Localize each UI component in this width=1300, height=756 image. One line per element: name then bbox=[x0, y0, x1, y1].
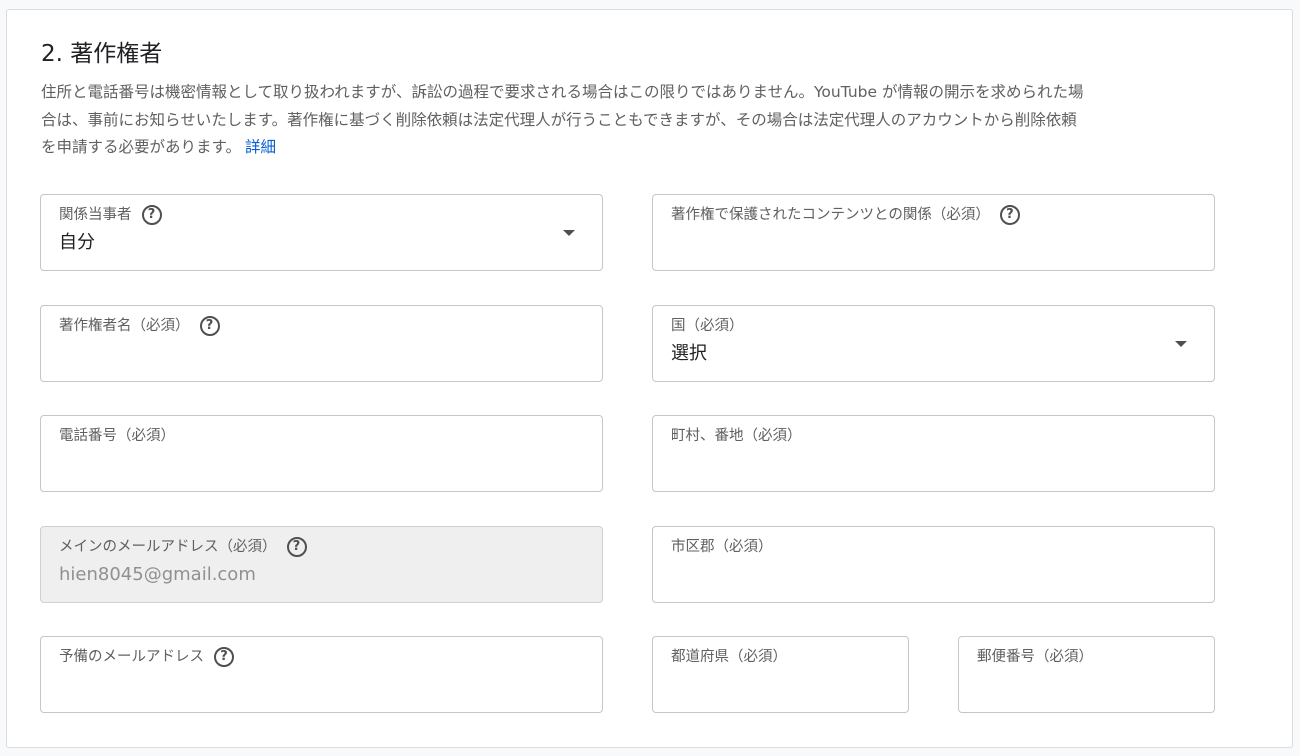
country-value: 選択 bbox=[671, 343, 707, 364]
party-select[interactable]: 関係当事者 ? 自分 bbox=[40, 194, 603, 271]
section-description: 住所と電話番号は機密情報として取り扱われますが、訴訟の過程で要求される場合はこの… bbox=[41, 79, 1256, 162]
country-label-text: 国（必須） bbox=[671, 318, 744, 334]
owner-name-input[interactable]: 著作権者名（必須） ? bbox=[40, 305, 603, 382]
secondary-email-input[interactable]: 予備のメールアドレス ? bbox=[40, 636, 603, 713]
description-line-1: 住所と電話番号は機密情報として取り扱われますが、訴訟の過程で要求される場合はこの… bbox=[41, 83, 1084, 101]
phone-label-text: 電話番号（必須） bbox=[59, 428, 175, 444]
owner-name-label: 著作権者名（必須） ? bbox=[59, 315, 220, 337]
primary-email-label-text: メインのメールアドレス（必須） bbox=[59, 539, 277, 555]
prefecture-label: 都道府県（必須） bbox=[671, 646, 787, 668]
postal-code-input[interactable]: 郵便番号（必須） bbox=[958, 636, 1215, 713]
city-label: 市区郡（必須） bbox=[671, 536, 773, 558]
city-label-text: 市区郡（必須） bbox=[671, 539, 773, 555]
relationship-label-text: 著作権で保護されたコンテンツとの関係（必須） bbox=[671, 207, 990, 223]
phone-label: 電話番号（必須） bbox=[59, 425, 175, 447]
party-value: 自分 bbox=[59, 232, 95, 253]
help-icon[interactable]: ? bbox=[286, 537, 307, 557]
secondary-email-label: 予備のメールアドレス ? bbox=[59, 646, 234, 668]
description-line-3: を申請する必要があります。 詳細 bbox=[41, 134, 1256, 162]
street-label-text: 町村、番地（必須） bbox=[671, 428, 802, 444]
street-input[interactable]: 町村、番地（必須） bbox=[652, 415, 1215, 492]
section-title: 2. 著作権者 bbox=[41, 41, 163, 67]
owner-name-label-text: 著作権者名（必須） bbox=[59, 318, 190, 334]
dropdown-arrow-icon bbox=[1175, 341, 1187, 347]
relationship-input[interactable]: 著作権で保護されたコンテンツとの関係（必須） ? bbox=[652, 194, 1215, 271]
postal-code-label: 郵便番号（必須） bbox=[977, 646, 1093, 668]
help-icon[interactable]: ? bbox=[214, 647, 234, 667]
party-label: 関係当事者 ? bbox=[59, 204, 162, 226]
help-icon[interactable]: ? bbox=[999, 205, 1020, 225]
primary-email-label: メインのメールアドレス（必須） ? bbox=[59, 536, 307, 558]
relationship-label: 著作権で保護されたコンテンツとの関係（必須） ? bbox=[671, 204, 1020, 226]
street-label: 町村、番地（必須） bbox=[671, 425, 802, 447]
description-line-2: 合は、事前にお知らせいたします。著作権に基づく削除依頼は法定代理人が行うこともで… bbox=[41, 110, 1077, 129]
country-label: 国（必須） bbox=[671, 315, 744, 337]
learn-more-link[interactable]: 詳細 bbox=[245, 138, 276, 156]
phone-input[interactable]: 電話番号（必須） bbox=[40, 415, 603, 492]
party-label-text: 関係当事者 bbox=[59, 207, 132, 223]
secondary-email-label-text: 予備のメールアドレス bbox=[59, 649, 204, 665]
prefecture-label-text: 都道府県（必須） bbox=[671, 649, 787, 665]
help-icon[interactable]: ? bbox=[141, 205, 162, 225]
city-input[interactable]: 市区郡（必須） bbox=[652, 526, 1215, 603]
country-select[interactable]: 国（必須） 選択 bbox=[652, 305, 1215, 382]
primary-email-value: hien8045@gmail.com bbox=[59, 564, 256, 585]
postal-code-label-text: 郵便番号（必須） bbox=[977, 649, 1093, 665]
dropdown-arrow-icon bbox=[563, 230, 575, 236]
primary-email-field: メインのメールアドレス（必須） ? hien8045@gmail.com bbox=[40, 526, 603, 603]
help-icon[interactable]: ? bbox=[199, 316, 220, 336]
prefecture-input[interactable]: 都道府県（必須） bbox=[652, 636, 909, 713]
description-line-3-text: を申請する必要があります。 bbox=[41, 138, 241, 156]
